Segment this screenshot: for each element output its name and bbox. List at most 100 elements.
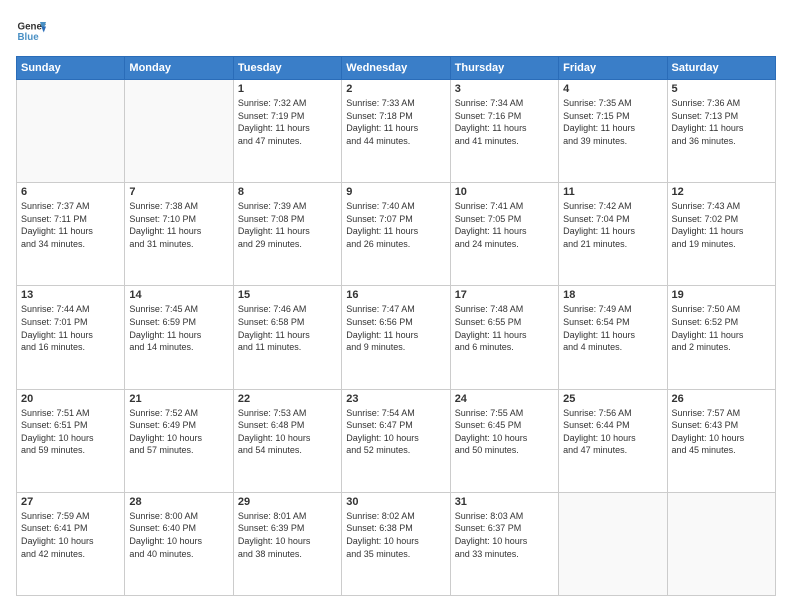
week-row-4: 20 Sunrise: 7:51 AM Sunset: 6:51 PM Dayli… <box>17 389 776 492</box>
calendar-cell: 14 Sunrise: 7:45 AM Sunset: 6:59 PM Dayli… <box>125 286 233 389</box>
day-number: 12 <box>672 186 771 198</box>
day-number: 17 <box>455 289 554 301</box>
calendar-cell: 15 Sunrise: 7:46 AM Sunset: 6:58 PM Dayli… <box>233 286 341 389</box>
day-number: 6 <box>21 186 120 198</box>
calendar-cell: 1 Sunrise: 7:32 AM Sunset: 7:19 PM Daylig… <box>233 80 341 183</box>
week-row-5: 27Sunrise: 7:59 AM Sunset: 6:41 PM Dayli… <box>17 492 776 595</box>
day-info: Sunrise: 7:51 AM Sunset: 6:51 PM Dayligh… <box>21 407 120 457</box>
calendar-cell: 26 Sunrise: 7:57 AM Sunset: 6:43 PM Dayli… <box>667 389 775 492</box>
week-row-2: 6 Sunrise: 7:37 AM Sunset: 7:11 PM Daylig… <box>17 183 776 286</box>
calendar-cell: 31Sunrise: 8:03 AM Sunset: 6:37 PM Dayli… <box>450 492 558 595</box>
week-row-1: 1 Sunrise: 7:32 AM Sunset: 7:19 PM Daylig… <box>17 80 776 183</box>
calendar-cell: 12 Sunrise: 7:43 AM Sunset: 7:02 PM Dayli… <box>667 183 775 286</box>
day-info: Sunrise: 7:37 AM Sunset: 7:11 PM Dayligh… <box>21 200 120 250</box>
calendar-cell: 5Sunrise: 7:36 AM Sunset: 7:13 PM Daylig… <box>667 80 775 183</box>
calendar-cell: 28Sunrise: 8:00 AM Sunset: 6:40 PM Dayli… <box>125 492 233 595</box>
calendar-cell: 13 Sunrise: 7:44 AM Sunset: 7:01 PM Dayli… <box>17 286 125 389</box>
day-number: 15 <box>238 289 337 301</box>
day-number: 9 <box>346 186 445 198</box>
day-info: Sunrise: 7:57 AM Sunset: 6:43 PM Dayligh… <box>672 407 771 457</box>
calendar-cell: 25 Sunrise: 7:56 AM Sunset: 6:44 PM Dayli… <box>559 389 667 492</box>
day-info: Sunrise: 7:35 AM Sunset: 7:15 PM Dayligh… <box>563 97 662 147</box>
day-number: 13 <box>21 289 120 301</box>
day-info: Sunrise: 7:54 AM Sunset: 6:47 PM Dayligh… <box>346 407 445 457</box>
calendar-cell: 4 Sunrise: 7:35 AM Sunset: 7:15 PM Daylig… <box>559 80 667 183</box>
day-number: 23 <box>346 393 445 405</box>
calendar-cell <box>17 80 125 183</box>
weekday-header-saturday: Saturday <box>667 57 775 80</box>
calendar-cell: 23 Sunrise: 7:54 AM Sunset: 6:47 PM Dayli… <box>342 389 450 492</box>
day-info: Sunrise: 8:01 AM Sunset: 6:39 PM Dayligh… <box>238 510 337 560</box>
header: General Blue <box>16 16 776 46</box>
day-number: 4 <box>563 83 662 95</box>
day-info: Sunrise: 7:33 AM Sunset: 7:18 PM Dayligh… <box>346 97 445 147</box>
day-number: 26 <box>672 393 771 405</box>
day-number: 25 <box>563 393 662 405</box>
day-info: Sunrise: 7:45 AM Sunset: 6:59 PM Dayligh… <box>129 303 228 353</box>
weekday-header-monday: Monday <box>125 57 233 80</box>
weekday-header-thursday: Thursday <box>450 57 558 80</box>
day-number: 20 <box>21 393 120 405</box>
day-info: Sunrise: 7:46 AM Sunset: 6:58 PM Dayligh… <box>238 303 337 353</box>
day-number: 24 <box>455 393 554 405</box>
calendar-cell: 2 Sunrise: 7:33 AM Sunset: 7:18 PM Daylig… <box>342 80 450 183</box>
day-number: 27 <box>21 496 120 508</box>
day-info: Sunrise: 7:40 AM Sunset: 7:07 PM Dayligh… <box>346 200 445 250</box>
logo: General Blue <box>16 16 46 46</box>
day-number: 5 <box>672 83 771 95</box>
day-number: 28 <box>129 496 228 508</box>
day-number: 14 <box>129 289 228 301</box>
day-info: Sunrise: 7:39 AM Sunset: 7:08 PM Dayligh… <box>238 200 337 250</box>
day-number: 1 <box>238 83 337 95</box>
svg-text:Blue: Blue <box>18 32 40 43</box>
day-info: Sunrise: 7:32 AM Sunset: 7:19 PM Dayligh… <box>238 97 337 147</box>
day-number: 16 <box>346 289 445 301</box>
calendar-cell: 9 Sunrise: 7:40 AM Sunset: 7:07 PM Daylig… <box>342 183 450 286</box>
day-number: 31 <box>455 496 554 508</box>
day-number: 11 <box>563 186 662 198</box>
calendar-cell: 3 Sunrise: 7:34 AM Sunset: 7:16 PM Daylig… <box>450 80 558 183</box>
weekday-header-friday: Friday <box>559 57 667 80</box>
calendar-cell: 6 Sunrise: 7:37 AM Sunset: 7:11 PM Daylig… <box>17 183 125 286</box>
day-info: Sunrise: 7:52 AM Sunset: 6:49 PM Dayligh… <box>129 407 228 457</box>
day-number: 18 <box>563 289 662 301</box>
day-number: 10 <box>455 186 554 198</box>
day-number: 7 <box>129 186 228 198</box>
day-info: Sunrise: 7:42 AM Sunset: 7:04 PM Dayligh… <box>563 200 662 250</box>
week-row-3: 13 Sunrise: 7:44 AM Sunset: 7:01 PM Dayli… <box>17 286 776 389</box>
day-number: 2 <box>346 83 445 95</box>
calendar-cell: 10 Sunrise: 7:41 AM Sunset: 7:05 PM Dayli… <box>450 183 558 286</box>
weekday-header-row: SundayMondayTuesdayWednesdayThursdayFrid… <box>17 57 776 80</box>
weekday-header-wednesday: Wednesday <box>342 57 450 80</box>
day-info: Sunrise: 8:02 AM Sunset: 6:38 PM Dayligh… <box>346 510 445 560</box>
day-number: 29 <box>238 496 337 508</box>
day-info: Sunrise: 7:50 AM Sunset: 6:52 PM Dayligh… <box>672 303 771 353</box>
calendar-cell: 21Sunrise: 7:52 AM Sunset: 6:49 PM Dayli… <box>125 389 233 492</box>
day-number: 19 <box>672 289 771 301</box>
day-info: Sunrise: 7:55 AM Sunset: 6:45 PM Dayligh… <box>455 407 554 457</box>
calendar-cell <box>559 492 667 595</box>
day-number: 22 <box>238 393 337 405</box>
calendar: SundayMondayTuesdayWednesdayThursdayFrid… <box>16 56 776 596</box>
calendar-cell: 16Sunrise: 7:47 AM Sunset: 6:56 PM Dayli… <box>342 286 450 389</box>
calendar-cell: 27Sunrise: 7:59 AM Sunset: 6:41 PM Dayli… <box>17 492 125 595</box>
day-info: Sunrise: 7:41 AM Sunset: 7:05 PM Dayligh… <box>455 200 554 250</box>
weekday-header-tuesday: Tuesday <box>233 57 341 80</box>
day-info: Sunrise: 7:43 AM Sunset: 7:02 PM Dayligh… <box>672 200 771 250</box>
calendar-cell: 22 Sunrise: 7:53 AM Sunset: 6:48 PM Dayli… <box>233 389 341 492</box>
day-info: Sunrise: 7:56 AM Sunset: 6:44 PM Dayligh… <box>563 407 662 457</box>
calendar-cell: 30Sunrise: 8:02 AM Sunset: 6:38 PM Dayli… <box>342 492 450 595</box>
calendar-cell: 24 Sunrise: 7:55 AM Sunset: 6:45 PM Dayli… <box>450 389 558 492</box>
calendar-cell: 17Sunrise: 7:48 AM Sunset: 6:55 PM Dayli… <box>450 286 558 389</box>
day-number: 8 <box>238 186 337 198</box>
weekday-header-sunday: Sunday <box>17 57 125 80</box>
calendar-cell: 7Sunrise: 7:38 AM Sunset: 7:10 PM Daylig… <box>125 183 233 286</box>
calendar-cell: 11 Sunrise: 7:42 AM Sunset: 7:04 PM Dayli… <box>559 183 667 286</box>
day-info: Sunrise: 7:53 AM Sunset: 6:48 PM Dayligh… <box>238 407 337 457</box>
calendar-cell: 29 Sunrise: 8:01 AM Sunset: 6:39 PM Dayli… <box>233 492 341 595</box>
day-number: 3 <box>455 83 554 95</box>
calendar-cell <box>125 80 233 183</box>
day-info: Sunrise: 7:34 AM Sunset: 7:16 PM Dayligh… <box>455 97 554 147</box>
day-info: Sunrise: 7:44 AM Sunset: 7:01 PM Dayligh… <box>21 303 120 353</box>
calendar-cell <box>667 492 775 595</box>
